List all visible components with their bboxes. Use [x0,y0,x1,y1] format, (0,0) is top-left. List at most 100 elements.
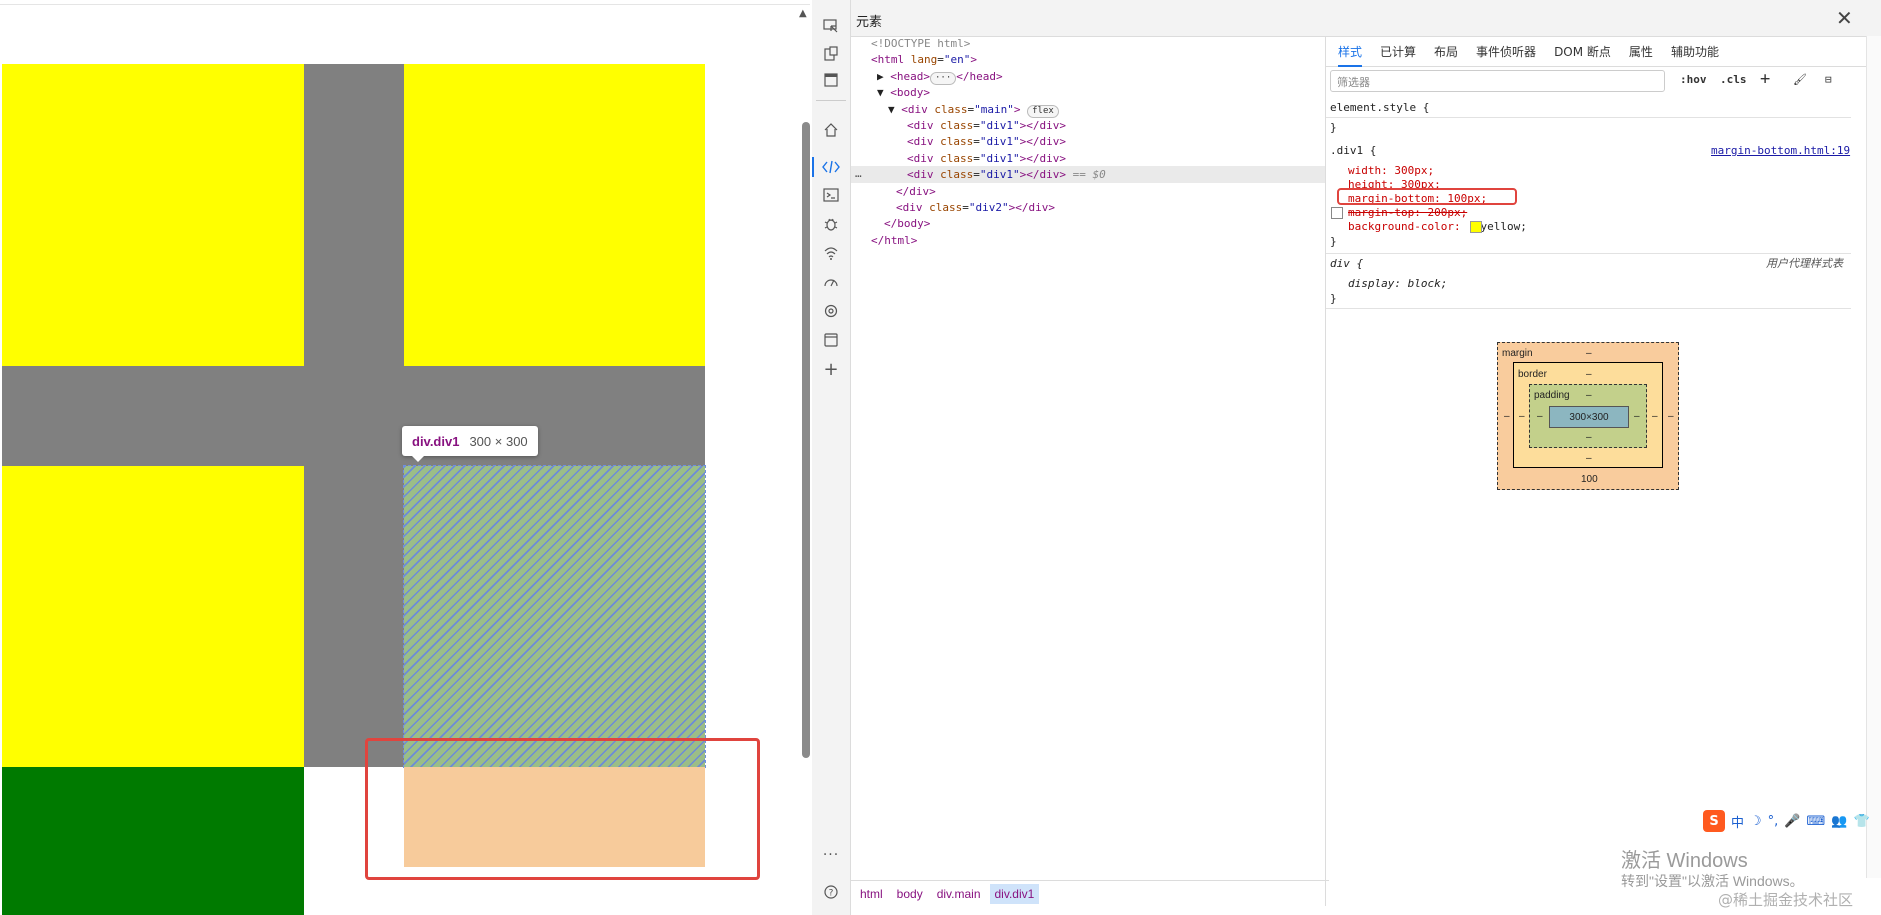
inspect-icon[interactable] [821,16,841,36]
margin-left-value[interactable]: – [1504,411,1510,422]
cls-button[interactable]: .cls [1720,73,1747,86]
color-swatch[interactable] [1470,221,1482,233]
prop-margin-top[interactable]: margin-top: 200px; [1348,205,1467,220]
padding-right-value[interactable]: – [1634,411,1640,422]
sogou-icon[interactable]: S [1703,810,1725,832]
page-preview[interactable]: div.div1 300 × 300 ▲ [0,0,810,915]
prop-display[interactable]: display: block; [1348,276,1447,291]
preview-scrollbar[interactable] [802,122,810,758]
dom-head[interactable]: ▶ <head> ··· </head> [877,69,1003,85]
padding-left-value[interactable]: – [1537,411,1543,422]
application-icon[interactable] [821,330,841,350]
div1-selector[interactable]: .div1 { [1330,143,1376,158]
dom-div2[interactable]: <div class="div2"></div> [896,200,1055,216]
styles-filter-input[interactable]: 筛选器 [1330,70,1665,92]
breadcrumb: html body div.main div.div1 [851,880,1329,906]
styles-scrollbar[interactable] [1866,36,1881,878]
performance-icon[interactable] [821,272,841,292]
green-div2[interactable] [2,767,304,915]
padding-top-value[interactable]: – [1586,390,1592,401]
tab-dom-breakpoints[interactable]: DOM 断点 [1554,43,1611,60]
padding-bottom-value[interactable]: – [1586,432,1592,443]
dom-div1-selected[interactable]: <div class="div1"></div> == $0 [907,167,1106,183]
device-icon[interactable] [821,44,841,64]
network-icon[interactable] [821,243,841,263]
dom-div1[interactable]: <div class="div1"></div> [907,118,1066,134]
dom-html-close[interactable]: </html> [871,233,917,249]
margin-right-value[interactable]: – [1668,411,1674,422]
dom-div-close[interactable]: </div> [896,184,936,200]
tab-accessibility[interactable]: 辅助功能 [1671,43,1719,60]
collapse-arrow-icon[interactable]: ▼ [888,103,895,116]
punctuation-icon[interactable]: °, [1768,814,1779,829]
microphone-icon[interactable]: 🎤 [1784,814,1800,829]
dom-tree: <!DOCTYPE html> <html lang="en"> ▶ <head… [851,36,1325,878]
more-icon[interactable]: ··· [821,845,841,865]
elements-icon[interactable] [821,157,841,177]
dom-html[interactable]: <html lang="en"> [871,52,977,68]
tab-layout[interactable]: 布局 [1434,43,1458,60]
settings-icon[interactable] [821,301,841,321]
moon-icon[interactable]: ☽ [1750,814,1762,829]
activity-divider [816,100,846,101]
highlighted-div1[interactable] [403,465,706,768]
box-model-content[interactable]: 300×300 [1549,406,1629,428]
tab-event-listeners[interactable]: 事件侦听器 [1476,43,1536,60]
user-agent-label: 用户代理样式表 [1766,257,1843,270]
skin-icon[interactable]: 👕 [1853,814,1869,829]
border-right-value[interactable]: – [1652,411,1658,422]
dom-div1[interactable]: <div class="div1"></div> [907,151,1066,167]
prop-background-color[interactable]: background-color: yellow; [1348,219,1527,234]
margin-top-value[interactable]: – [1586,348,1592,359]
dom-div1[interactable]: <div class="div1"></div> [907,134,1066,150]
help-icon[interactable]: ? [821,882,841,902]
hov-button[interactable]: :hov [1680,73,1707,86]
active-indicator [812,157,814,177]
prop-toggle-checkbox[interactable] [1331,207,1343,219]
border-bottom-value[interactable]: – [1586,453,1592,464]
dom-doctype[interactable]: <!DOCTYPE html> [871,36,970,52]
annotation-margin-bottom [1337,188,1517,205]
tab-properties[interactable]: 属性 [1629,43,1653,60]
close-icon[interactable]: ✕ [1836,6,1853,30]
pane-divider[interactable] [1325,36,1326,906]
div-selector[interactable]: div { [1330,256,1363,271]
add-icon[interactable]: + [821,359,841,380]
expand-arrow-icon[interactable]: ▶ [877,70,884,83]
border-top-value[interactable]: – [1586,369,1592,380]
styles-tabs: 样式 已计算 布局 事件侦听器 DOM 断点 属性 辅助功能 [1326,36,1878,67]
flex-badge[interactable]: flex [1027,105,1059,118]
paint-brush-icon[interactable]: 🖌 [1793,73,1807,86]
breadcrumb-item-selected[interactable]: div.div1 [989,883,1040,904]
prop-width[interactable]: width: 300px; [1348,163,1434,178]
tab-styles[interactable]: 样式 [1338,43,1363,67]
svg-text:?: ? [829,889,834,899]
ime-chinese-icon[interactable]: 中 [1731,812,1744,831]
yellow-box-1[interactable] [2,64,304,366]
panel-icon[interactable] [821,70,841,90]
scroll-up-arrow-icon[interactable]: ▲ [799,8,807,19]
yellow-box-3[interactable] [2,466,304,767]
home-icon[interactable] [821,120,841,140]
dom-body-close[interactable]: </body> [884,216,930,232]
user-icon[interactable]: 👥 [1831,814,1847,829]
new-rule-icon[interactable]: + [1760,69,1770,89]
breadcrumb-item[interactable]: div.main [932,884,986,904]
border-left-value[interactable]: – [1519,411,1525,422]
breadcrumb-item[interactable]: html [855,884,888,904]
bug-icon[interactable] [821,214,841,234]
keyboard-icon[interactable]: ⌨ [1807,814,1826,829]
console-icon[interactable] [821,185,841,205]
tab-computed[interactable]: 已计算 [1380,43,1416,60]
dom-body[interactable]: ▼ <body> [877,85,930,101]
dom-ellipsis[interactable]: … [855,166,862,182]
breadcrumb-item[interactable]: body [892,884,928,904]
element-style-rule[interactable]: element.style { [1330,100,1429,115]
yellow-box-2[interactable] [404,64,705,366]
dom-div-main[interactable]: ▼ <div class="main"> flex [888,102,1059,118]
toggle-sidebar-icon[interactable]: ⊟ [1825,73,1832,86]
margin-bottom-value[interactable]: 100 [1581,474,1598,485]
collapse-arrow-icon[interactable]: ▼ [877,86,884,99]
source-link[interactable]: margin-bottom.html:19 [1711,143,1850,158]
preview-top-border [0,0,810,5]
